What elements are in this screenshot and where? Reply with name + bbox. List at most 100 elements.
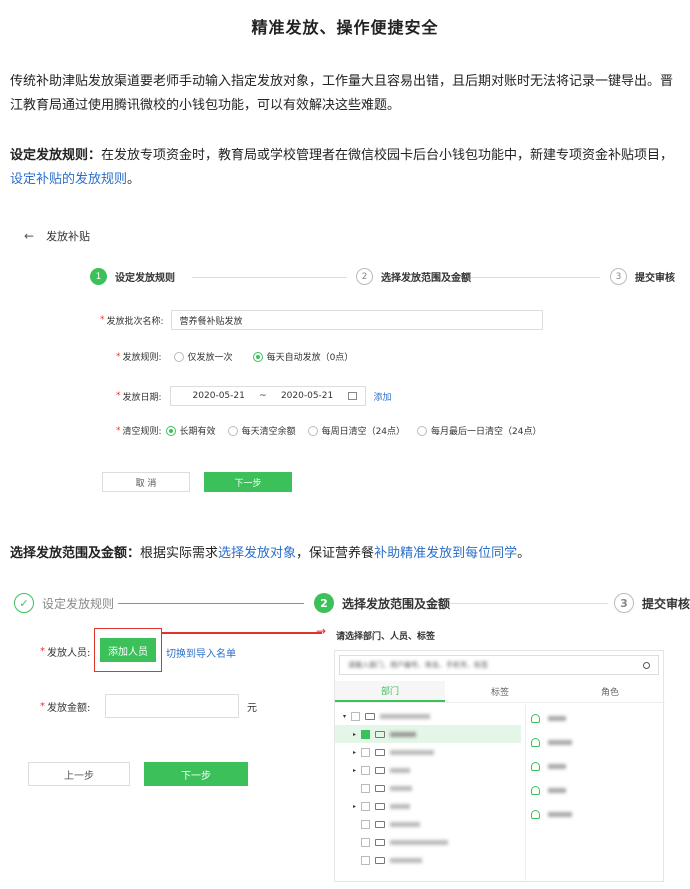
panel-search-placeholder: 请输入部门、用户编号、姓名、手机号、标签 [348, 661, 488, 669]
folder-icon [375, 784, 385, 792]
panel-divider [525, 705, 526, 881]
caret-right-icon: ▸ [353, 802, 357, 810]
checkbox-icon[interactable] [361, 837, 370, 847]
s2-step-3: 3 提交审核 [614, 593, 690, 613]
blurred-text [548, 739, 572, 745]
radio-on-icon [165, 425, 176, 436]
tab-department[interactable]: 部门 [335, 681, 445, 702]
add-date-link[interactable]: 添加 [374, 390, 392, 403]
issue-once-radio[interactable]: 仅发放一次 [173, 350, 233, 363]
rule-heading: 设定发放规则： [10, 148, 102, 163]
checkbox-icon[interactable] [361, 747, 370, 757]
checkbox-icon[interactable] [361, 801, 370, 811]
person-icon [531, 737, 540, 747]
blurred-text [548, 811, 572, 817]
checkbox-icon[interactable] [351, 711, 360, 721]
tree-row[interactable]: ▸ [335, 797, 521, 815]
back-arrow-icon[interactable]: ← [24, 229, 34, 243]
radio-off-icon [307, 425, 318, 436]
cancel-button[interactable]: 取 消 [102, 472, 190, 492]
tab-role[interactable]: 角色 [555, 681, 665, 702]
s2-next-button[interactable]: 下一步 [144, 762, 248, 786]
clear-daily-radio[interactable]: 每天清空余额 [227, 424, 296, 437]
tree-row[interactable] [335, 833, 521, 851]
s2-step-1: ✓ 设定发放规则 [14, 593, 114, 613]
tree-root-row[interactable]: ▾ [335, 707, 521, 725]
rule-text: 在发放专项资金时，教育局或学校管理者在微信校园卡后台小钱包功能中，新建专项资金补… [101, 148, 674, 163]
tree-row[interactable] [335, 851, 521, 869]
person-row[interactable] [531, 781, 566, 799]
screenshot-select-scope: ✓ 设定发放规则 2 选择发放范围及金额 3 提交审核 * 发放人员: 添加人员… [10, 590, 690, 889]
clear-forever-radio[interactable]: 长期有效 [165, 424, 216, 437]
step-1-number: 1 [90, 268, 107, 285]
issue-daily-label: 每天自动发放（0点） [266, 353, 354, 363]
checkbox-icon[interactable] [361, 855, 370, 865]
person-row[interactable] [531, 733, 572, 751]
clear-monthly-radio[interactable]: 每月最后一日清空（24点） [417, 424, 541, 437]
checkbox-icon[interactable] [361, 765, 370, 775]
radio-off-icon [173, 351, 184, 362]
radio-off-icon [417, 425, 428, 436]
blurred-text [548, 763, 566, 769]
panel-title: 请选择部门、人员、标签 [336, 632, 436, 642]
folder-icon [375, 748, 385, 756]
step-3-number: 3 [610, 268, 627, 285]
step-2: 2 选择发放范围及金额 [356, 268, 471, 285]
scope-link-1[interactable]: 选择发放对象 [218, 546, 296, 561]
blurred-text [390, 803, 410, 809]
clear-weekly-radio[interactable]: 每周日清空（24点） [307, 424, 406, 437]
rule-tail: 。 [127, 172, 141, 187]
blurred-text [390, 785, 412, 791]
caret-right-icon: ▸ [353, 766, 357, 774]
arrow-line [162, 632, 322, 634]
folder-icon [375, 802, 385, 810]
tab-tag[interactable]: 标签 [445, 681, 555, 702]
tree-row[interactable]: ▸ [335, 743, 521, 761]
folder-icon [375, 766, 385, 774]
switch-import-link[interactable]: 切换到导入名单 [166, 645, 236, 660]
folder-icon [375, 730, 385, 738]
checkbox-checked-icon[interactable] [361, 729, 370, 739]
batch-name-input[interactable]: 营养餐补贴发放 [170, 310, 543, 330]
person-row[interactable] [531, 805, 572, 823]
amount-unit: 元 [247, 702, 257, 714]
rule-link[interactable]: 设定补贴的发放规则 [10, 172, 127, 187]
panel-tabs: 部门 标签 角色 [335, 681, 665, 703]
amount-row: * 发放金额: 元 [40, 694, 257, 718]
date-start: 2020-05-21 [192, 391, 245, 401]
panel-search-input[interactable]: 请输入部门、用户编号、姓名、手机号、标签 [339, 655, 659, 675]
tree-row-selected[interactable]: ▸ [335, 725, 521, 743]
checkbox-icon[interactable] [361, 783, 370, 793]
search-icon [643, 661, 650, 669]
s2-step-3-number: 3 [614, 593, 634, 613]
step-1-label: 设定发放规则 [115, 273, 175, 284]
tree-row[interactable] [335, 815, 521, 833]
clear-weekly-label: 每周日清空（24点） [321, 427, 406, 437]
checkbox-icon[interactable] [361, 819, 370, 829]
folder-icon [365, 712, 375, 720]
blurred-text [390, 857, 422, 863]
tree-row[interactable]: ▸ [335, 761, 521, 779]
calendar-icon [347, 392, 357, 400]
clear-rule-row: * 清空规则: 长期有效 每天清空余额 每周日清空（24点） 每月最后一日清空（… [116, 424, 542, 437]
s2-step-2-label: 选择发放范围及金额 [342, 596, 451, 611]
issue-daily-radio[interactable]: 每天自动发放（0点） [252, 350, 354, 363]
prev-button[interactable]: 上一步 [28, 762, 130, 786]
person-row[interactable] [531, 709, 566, 727]
tree-row[interactable] [335, 779, 521, 797]
step-line-1 [192, 277, 347, 278]
issue-date-row: * 发放日期: 2020-05-21 ~ 2020-05-21 添加 [116, 386, 392, 406]
person-row[interactable] [531, 757, 566, 775]
date-range-input[interactable]: 2020-05-21 ~ 2020-05-21 [169, 386, 366, 406]
scope-link-2[interactable]: 补助精准发放到每位同学 [374, 546, 517, 561]
amount-input[interactable] [105, 694, 239, 718]
add-recipient-button[interactable]: 添加人员 [100, 638, 156, 662]
header-title: 发放补贴 [46, 230, 91, 243]
scope-text-1: 根据实际需求 [140, 546, 219, 561]
blurred-text [390, 839, 448, 845]
page-title: 精准发放、操作便捷安全 [251, 18, 439, 37]
clear-forever-label: 长期有效 [179, 427, 216, 437]
folder-icon [375, 838, 385, 846]
next-button[interactable]: 下一步 [204, 472, 292, 492]
clear-rule-label: 清空规则: [122, 427, 162, 437]
